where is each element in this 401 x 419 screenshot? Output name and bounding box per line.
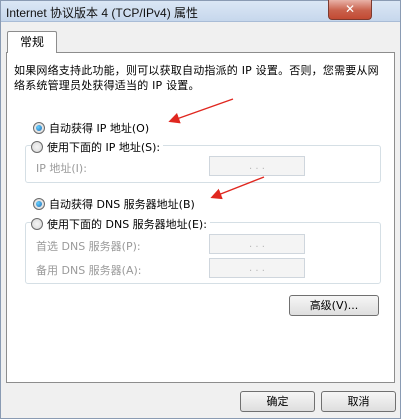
preferred-dns-label: 首选 DNS 服务器(P): — [36, 240, 141, 253]
ok-button[interactable]: 确定 — [240, 391, 315, 412]
auto-dns-radio[interactable] — [33, 198, 45, 210]
tab-general[interactable]: 常规 — [7, 31, 57, 53]
window-title: Internet 协议版本 4 (TCP/IPv4) 属性 — [6, 6, 199, 20]
alternate-dns-label: 备用 DNS 服务器(A): — [36, 264, 142, 277]
manual-dns-radio[interactable] — [31, 218, 43, 230]
ip-address-field[interactable]: . . . — [209, 156, 305, 176]
ip-address-label: IP 地址(I): — [36, 162, 87, 175]
alternate-dns-field[interactable]: . . . — [209, 258, 305, 278]
manual-dns-label: 使用下面的 DNS 服务器地址(E): — [47, 218, 207, 231]
ipv4-properties-dialog: Internet 协议版本 4 (TCP/IPv4) 属性 ✕ 常规 如果网络支… — [0, 0, 401, 419]
close-button[interactable]: ✕ — [328, 0, 372, 20]
manual-ip-radio[interactable] — [31, 141, 43, 153]
auto-dns-label: 自动获得 DNS 服务器地址(B) — [49, 198, 195, 211]
watermark — [319, 373, 401, 419]
manual-ip-radio-option[interactable]: 使用下面的 IP 地址(S): — [31, 139, 164, 155]
manual-ip-label: 使用下面的 IP 地址(S): — [47, 141, 161, 154]
auto-ip-label: 自动获得 IP 地址(O) — [49, 122, 150, 135]
description-text: 如果网络支持此功能，则可以获取自动指派的 IP 设置。否则，您需要从网络系统管理… — [14, 64, 379, 92]
manual-dns-radio-option[interactable]: 使用下面的 DNS 服务器地址(E): — [31, 216, 210, 232]
advanced-button[interactable]: 高级(V)... — [289, 295, 379, 316]
auto-ip-radio[interactable] — [33, 122, 45, 134]
preferred-dns-field[interactable]: . . . — [209, 234, 305, 254]
auto-dns-radio-option[interactable]: 自动获得 DNS 服务器地址(B) — [33, 196, 198, 212]
auto-ip-radio-option[interactable]: 自动获得 IP 地址(O) — [33, 120, 153, 136]
title-bar[interactable]: Internet 协议版本 4 (TCP/IPv4) 属性 ✕ — [1, 0, 400, 22]
